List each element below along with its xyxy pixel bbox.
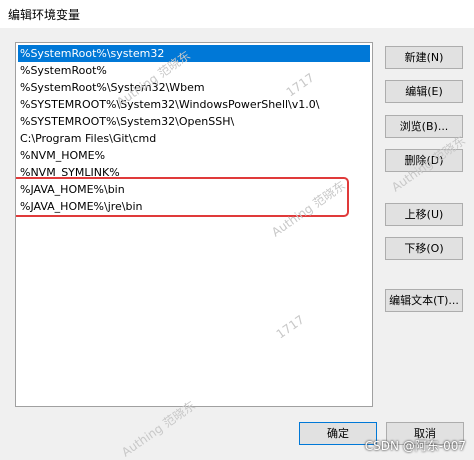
list-item[interactable]: %JAVA_HOME%\bin: [18, 181, 370, 198]
path-listbox[interactable]: %SystemRoot%\system32 %SystemRoot% %Syst…: [15, 42, 373, 407]
list-item[interactable]: %SystemRoot%: [18, 62, 370, 79]
edit-button[interactable]: 编辑(E): [385, 80, 463, 103]
list-item[interactable]: %SystemRoot%\system32: [18, 45, 370, 62]
list-item[interactable]: C:\Program Files\Git\cmd: [18, 130, 370, 147]
move-up-button[interactable]: 上移(U): [385, 203, 463, 226]
delete-button[interactable]: 删除(D): [385, 149, 463, 172]
list-item[interactable]: %NVM_SYMLINK%: [18, 164, 370, 181]
window-title: 编辑环境变量: [8, 8, 81, 22]
new-button[interactable]: 新建(N): [385, 46, 463, 69]
title-bar: 编辑环境变量: [0, 0, 474, 28]
list-item[interactable]: %SYSTEMROOT%\System32\WindowsPowerShell\…: [18, 96, 370, 113]
edit-text-button[interactable]: 编辑文本(T)...: [385, 289, 463, 312]
list-item[interactable]: %NVM_HOME%: [18, 147, 370, 164]
csdn-credit: CSDN @阿东-007: [364, 439, 466, 453]
move-down-button[interactable]: 下移(O): [385, 237, 463, 260]
list-item[interactable]: %JAVA_HOME%\jre\bin: [18, 198, 370, 215]
list-item[interactable]: %SystemRoot%\System32\Wbem: [18, 79, 370, 96]
browse-button[interactable]: 浏览(B)...: [385, 115, 463, 138]
list-item[interactable]: %SYSTEMROOT%\System32\OpenSSH\: [18, 113, 370, 130]
